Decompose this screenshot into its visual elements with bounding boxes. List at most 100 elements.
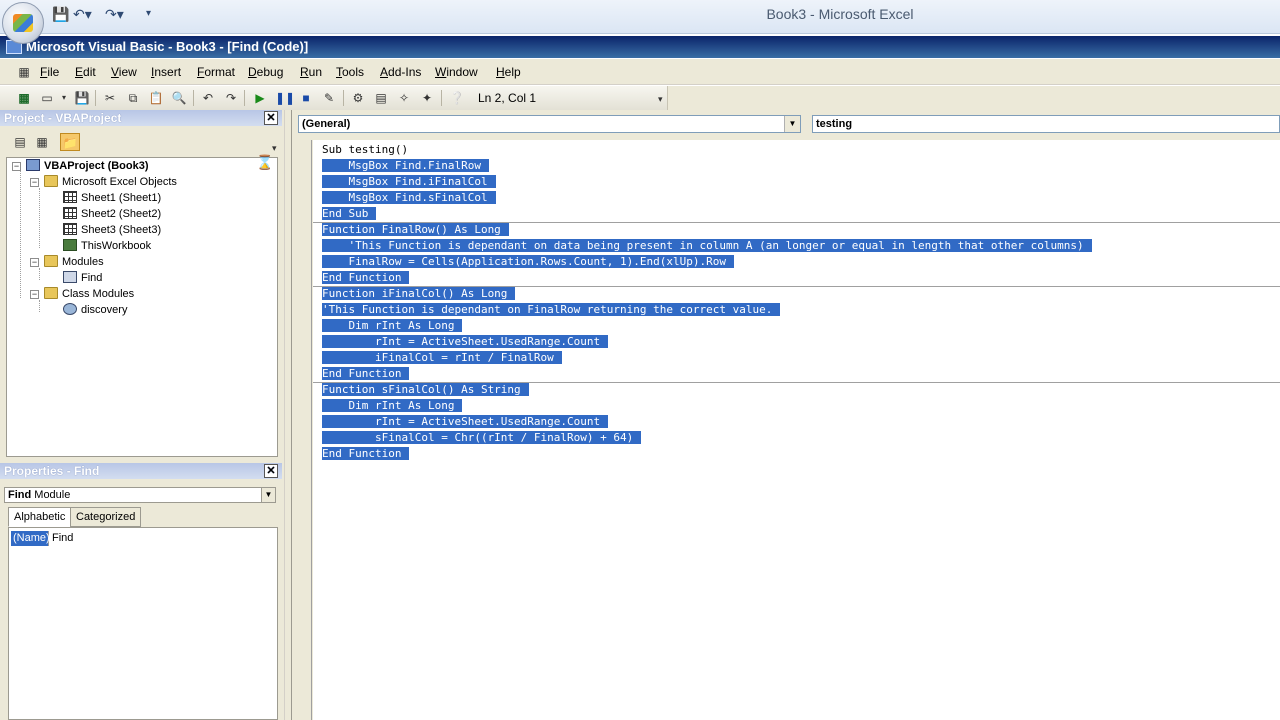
- undo-icon[interactable]: ↶: [200, 90, 216, 106]
- code-line[interactable]: rInt = ActiveSheet.UsedRange.Count: [322, 334, 609, 350]
- properties-window-icon[interactable]: ▤: [373, 90, 389, 106]
- insert-module-icon[interactable]: ▭: [39, 90, 55, 106]
- collapse-toggle[interactable]: −: [30, 258, 39, 267]
- save-icon[interactable]: 💾: [74, 90, 90, 106]
- code-line[interactable]: iFinalCol = rInt / FinalRow: [322, 350, 562, 366]
- copy-icon[interactable]: ⧉: [125, 90, 141, 106]
- toolbar-options-icon[interactable]: ▾: [658, 94, 663, 105]
- code-line[interactable]: 'This Function is dependant on FinalRow …: [322, 302, 781, 318]
- folder-icon: [44, 175, 58, 187]
- tree-node-label: discovery: [81, 304, 128, 316]
- tab-categorized[interactable]: Categorized: [70, 507, 142, 527]
- tree-node-label: Sheet2 (Sheet2): [81, 208, 162, 220]
- chevron-down-icon[interactable]: ▼: [261, 488, 275, 502]
- property-value[interactable]: Find: [52, 531, 73, 546]
- close-icon[interactable]: ✕: [264, 111, 278, 125]
- design-mode-icon[interactable]: ✎: [321, 90, 337, 106]
- tree-node-thisworkbook[interactable]: ThisWorkbook: [63, 238, 151, 254]
- code-line[interactable]: 'This Function is dependant on data bein…: [322, 238, 1092, 254]
- paste-icon[interactable]: 📋: [148, 90, 164, 106]
- find-icon[interactable]: 🔍: [171, 90, 187, 106]
- menu-window[interactable]: Window: [435, 65, 478, 79]
- close-icon[interactable]: ✕: [264, 464, 278, 478]
- code-line[interactable]: FinalRow = Cells(Application.Rows.Count,…: [322, 254, 734, 270]
- code-line[interactable]: Function sFinalCol() As String: [322, 382, 529, 398]
- collapse-toggle[interactable]: −: [12, 162, 21, 171]
- tree-node-excel-objects[interactable]: Microsoft Excel Objects: [44, 174, 177, 190]
- tree-node-sheet3[interactable]: Sheet3 (Sheet3): [63, 222, 161, 238]
- code-line[interactable]: End Function: [322, 270, 410, 286]
- tab-alphabetic[interactable]: Alphabetic: [8, 507, 72, 527]
- tree-node-class-modules[interactable]: Class Modules: [44, 286, 134, 302]
- redo-icon[interactable]: ↷: [223, 90, 239, 106]
- cut-icon[interactable]: ✂: [102, 90, 118, 106]
- code-line-text: rInt = ActiveSheet.UsedRange.Count: [322, 415, 609, 428]
- code-line[interactable]: End Function: [322, 366, 410, 382]
- menu-edit[interactable]: Edit: [75, 65, 96, 79]
- code-line[interactable]: Dim rInt As Long: [322, 318, 463, 334]
- module-icon: [63, 271, 77, 283]
- view-excel-icon[interactable]: ▦: [16, 90, 32, 106]
- chevron-down-icon[interactable]: ▼: [784, 116, 800, 132]
- procedure-combo[interactable]: testing: [812, 115, 1280, 133]
- project-toolbar: ▤ ▦ 📁: [4, 130, 282, 154]
- menu-add-ins[interactable]: Add-Ins: [380, 65, 421, 79]
- code-editor[interactable]: Sub testing() MsgBox Find.FinalRow MsgBo…: [313, 140, 1280, 720]
- reset-icon[interactable]: ■: [298, 90, 314, 106]
- code-line-text: Dim rInt As Long: [322, 319, 463, 332]
- menu-insert[interactable]: Insert: [151, 65, 181, 79]
- menu-bar: ▦ File Edit View Insert Format Debug Run…: [0, 59, 1280, 85]
- code-line-text: sFinalCol = Chr((rInt / FinalRow) + 64): [322, 431, 642, 444]
- office-button[interactable]: [2, 2, 44, 44]
- code-line[interactable]: rInt = ActiveSheet.UsedRange.Count: [322, 414, 609, 430]
- code-line[interactable]: End Function: [322, 446, 410, 462]
- code-line[interactable]: MsgBox Find.FinalRow: [322, 158, 489, 174]
- code-line[interactable]: Function FinalRow() As Long: [322, 222, 509, 238]
- code-line[interactable]: MsgBox Find.sFinalCol: [322, 190, 496, 206]
- tree-node-vbaproject[interactable]: VBAProject (Book3): [26, 158, 149, 174]
- menu-debug[interactable]: Debug: [248, 65, 283, 79]
- object-combo[interactable]: (General) ▼: [298, 115, 801, 133]
- code-line[interactable]: End Sub: [322, 206, 377, 222]
- excel-doc-icon[interactable]: ▦: [16, 64, 32, 80]
- code-margin[interactable]: [292, 140, 312, 720]
- object-browser-icon[interactable]: ✧: [396, 90, 412, 106]
- menu-help[interactable]: Help: [496, 65, 521, 79]
- menu-file[interactable]: File: [40, 65, 59, 79]
- project-explorer-icon[interactable]: ⚙: [350, 90, 366, 106]
- code-line[interactable]: Sub testing(): [322, 142, 408, 158]
- menu-format[interactable]: Format: [197, 65, 235, 79]
- tree-node-sheet1[interactable]: Sheet1 (Sheet1): [63, 190, 161, 206]
- help-icon[interactable]: ❔: [449, 90, 465, 106]
- menu-tools[interactable]: Tools: [336, 65, 364, 79]
- collapse-toggle[interactable]: −: [30, 290, 39, 299]
- menu-view[interactable]: View: [111, 65, 137, 79]
- code-line[interactable]: Dim rInt As Long: [322, 398, 463, 414]
- toolbar-separator: [193, 90, 194, 106]
- code-line[interactable]: Function iFinalCol() As Long: [322, 286, 516, 302]
- view-code-icon[interactable]: ▤: [10, 133, 30, 151]
- insert-dropdown-icon[interactable]: ▾: [56, 90, 72, 106]
- run-icon[interactable]: ▶: [252, 90, 268, 106]
- pane-splitter[interactable]: [284, 110, 292, 720]
- tree-node-sheet2[interactable]: Sheet2 (Sheet2): [63, 206, 161, 222]
- pane-scroll-arrow-icon[interactable]: ▾: [272, 143, 277, 154]
- collapse-toggle[interactable]: −: [30, 178, 39, 187]
- tree-node-discovery[interactable]: discovery: [63, 302, 127, 318]
- properties-pane-title: Properties - Find: [4, 464, 100, 478]
- worksheet-icon: [63, 223, 77, 235]
- tree-node-find[interactable]: Find: [63, 270, 102, 286]
- break-icon[interactable]: ❚❚: [275, 90, 295, 106]
- code-line[interactable]: sFinalCol = Chr((rInt / FinalRow) + 64): [322, 430, 642, 446]
- property-grid: (Name) Find: [8, 527, 278, 720]
- property-row[interactable]: (Name) Find: [11, 531, 275, 546]
- object-selector[interactable]: Find Module ▼: [4, 487, 276, 503]
- code-line[interactable]: MsgBox Find.iFinalCol: [322, 174, 496, 190]
- view-object-icon[interactable]: ▦: [32, 133, 52, 151]
- toggle-folders-icon[interactable]: 📁: [60, 133, 80, 151]
- vbe-window-title: Microsoft Visual Basic - Book3 - [Find (…: [26, 39, 309, 54]
- toolbox-icon[interactable]: ✦: [419, 90, 435, 106]
- tree-node-modules[interactable]: Modules: [44, 254, 104, 270]
- code-line-text: End Sub: [322, 207, 377, 220]
- menu-run[interactable]: Run: [300, 65, 322, 79]
